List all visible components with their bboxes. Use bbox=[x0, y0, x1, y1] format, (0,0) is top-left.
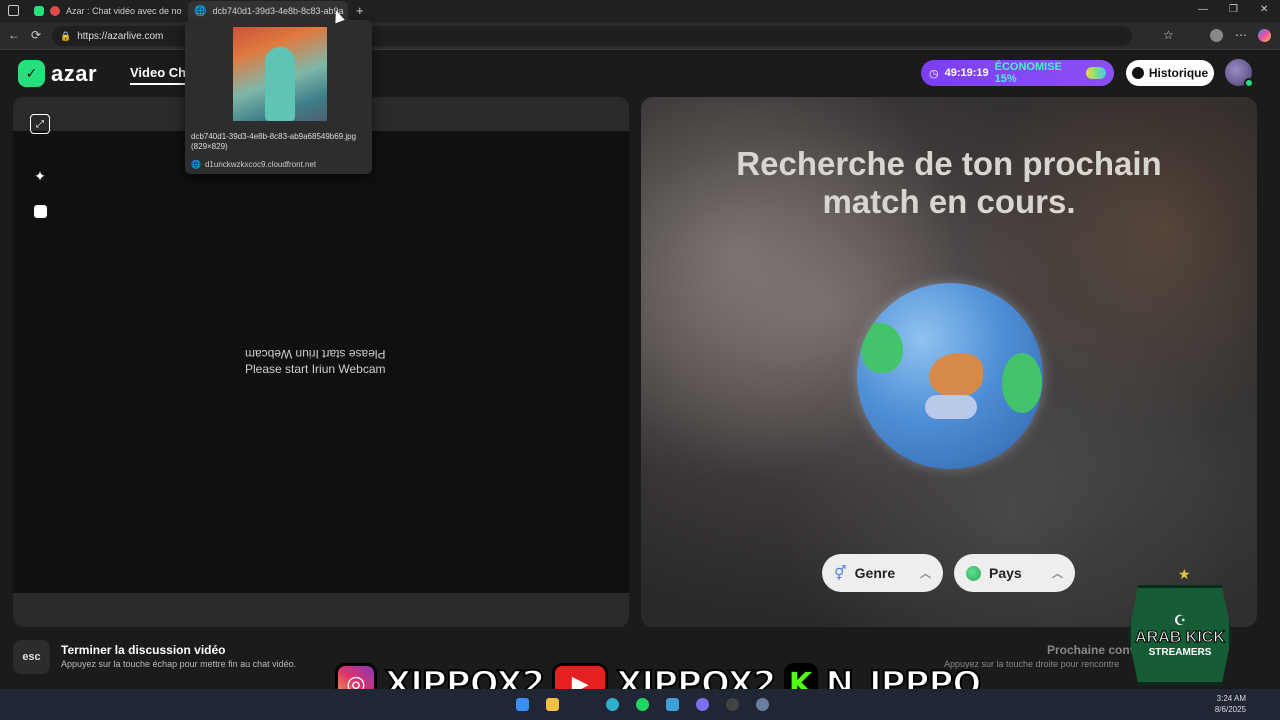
close-window-button[interactable]: ✕ bbox=[1260, 4, 1268, 15]
chevron-up-icon: ︿ bbox=[1052, 568, 1063, 580]
webcam-message-mirrored: Please start Iriun Webcam bbox=[245, 347, 386, 361]
minimize-button[interactable]: — bbox=[1198, 4, 1208, 15]
more-menu-icon[interactable]: ⋯ bbox=[1235, 28, 1247, 42]
globe-land bbox=[929, 353, 983, 397]
gender-icon: ⚥ bbox=[834, 564, 847, 581]
expand-icon[interactable]: ⤢ bbox=[30, 114, 50, 134]
globe-icon bbox=[857, 283, 1043, 469]
star-icon: ★ bbox=[1178, 566, 1191, 582]
history-button[interactable]: Historique bbox=[1126, 60, 1214, 86]
video-bottom-bar bbox=[13, 593, 629, 627]
globe-land bbox=[1002, 353, 1042, 413]
promo-timer: 49:19:19 bbox=[944, 67, 989, 79]
end-chat-hint: Appuyez sur la touche échap pour mettre … bbox=[61, 659, 297, 669]
browser-tab-strip: Azar : Chat vidéo avec de no ✕ 🌐 dcb740d… bbox=[0, 0, 1280, 22]
chevron-up-icon: ︿ bbox=[920, 568, 931, 580]
next-chat-title: Prochaine conv bbox=[1047, 643, 1137, 657]
promo-badge[interactable]: ◷ 49:19:19 ÉCONOMISE 15% bbox=[921, 60, 1114, 86]
azar-logo-icon: ✓ bbox=[18, 60, 45, 87]
globe-icon: 🌐 bbox=[191, 160, 201, 169]
globe-cloud bbox=[925, 395, 977, 419]
steam-icon[interactable] bbox=[756, 698, 769, 711]
gender-filter-button[interactable]: ⚥ Genre ︿ bbox=[822, 554, 943, 592]
taskbar: 3:24 AM 8/6/2025 bbox=[0, 689, 1280, 720]
tab-azar[interactable]: Azar : Chat vidéo avec de no ✕ bbox=[28, 1, 188, 21]
file-explorer-icon[interactable] bbox=[546, 698, 559, 711]
country-filter-button[interactable]: Pays ︿ bbox=[954, 554, 1075, 592]
globe-small-icon bbox=[966, 565, 981, 581]
badge-line1: ARAB KICK bbox=[1135, 629, 1226, 647]
self-video-panel: ⤢ ✦ Please start Iriun Webcam Please sta… bbox=[13, 97, 629, 627]
new-tab-button[interactable]: + bbox=[356, 3, 364, 18]
start-icon[interactable] bbox=[516, 698, 529, 711]
clock-icon bbox=[1131, 67, 1144, 79]
webcam-message: Please start Iriun Webcam bbox=[245, 362, 386, 376]
promo-text: ÉCONOMISE 15% bbox=[994, 61, 1062, 85]
copilot-icon[interactable] bbox=[1258, 29, 1271, 42]
search-title: Recherche de ton prochain match en cours… bbox=[641, 145, 1257, 221]
online-status-icon bbox=[1244, 78, 1254, 88]
clock-icon: ◷ bbox=[929, 67, 939, 80]
obs-icon[interactable] bbox=[726, 698, 739, 711]
azar-logo[interactable]: ✓ azar bbox=[18, 60, 97, 87]
tab-title: dcb740d1-39d3-4e8b-8c83-ab9a bbox=[212, 6, 344, 16]
streamer-badge: ☪ ARAB KICK STREAMERS bbox=[1128, 585, 1232, 685]
esc-key-button[interactable]: esc bbox=[13, 640, 50, 674]
back-icon[interactable]: ← bbox=[8, 28, 20, 42]
refresh-icon[interactable]: ⟳ bbox=[31, 28, 41, 42]
tab-image[interactable]: 🌐 dcb740d1-39d3-4e8b-8c83-ab9a ✕ bbox=[188, 1, 348, 21]
tab-title: Azar : Chat vidéo avec de no bbox=[66, 6, 182, 16]
gem-icon bbox=[1085, 67, 1106, 79]
logo-text: azar bbox=[51, 60, 98, 86]
spotify-icon[interactable] bbox=[636, 698, 649, 711]
maximize-button[interactable]: ❐ bbox=[1229, 4, 1238, 15]
face-filter-icon[interactable] bbox=[30, 201, 50, 221]
discord-icon[interactable] bbox=[696, 698, 709, 711]
globe-icon: 🌐 bbox=[194, 5, 207, 17]
preview-host: 🌐 d1unckwzkxcoc9.cloudfront.net bbox=[191, 160, 316, 169]
globe-land bbox=[861, 323, 903, 373]
badge-line2: STREAMERS bbox=[1148, 647, 1212, 658]
site-info-icon[interactable]: 🔒 bbox=[60, 31, 71, 42]
filter-label: Pays bbox=[989, 565, 1022, 581]
clock-date: 8/6/2025 bbox=[1214, 705, 1246, 714]
tab-hover-preview: dcb740d1-39d3-4e8b-8c83-ab9a68549b69.jpg… bbox=[185, 20, 372, 174]
edge-icon[interactable] bbox=[606, 698, 619, 711]
preview-filename: dcb740d1-39d3-4e8b-8c83-ab9a68549b69.jpg… bbox=[191, 132, 367, 152]
recording-icon bbox=[50, 6, 60, 16]
filter-label: Genre bbox=[854, 565, 896, 581]
preview-host-text: d1unckwzkxcoc9.cloudfront.net bbox=[204, 160, 317, 169]
end-chat-title: Terminer la discussion vidéo bbox=[61, 643, 226, 657]
app-icon[interactable] bbox=[666, 698, 679, 711]
profile-icon[interactable] bbox=[1210, 29, 1223, 42]
match-search-panel: Recherche de ton prochain match en cours… bbox=[641, 97, 1257, 627]
tab-actions-icon[interactable] bbox=[8, 5, 19, 16]
favorites-icon[interactable]: ☆ bbox=[1163, 28, 1174, 42]
sparkle-effects-icon[interactable]: ✦ bbox=[30, 166, 50, 186]
preview-dimensions: (829×829) bbox=[191, 142, 228, 151]
preview-figure bbox=[265, 47, 295, 121]
avatar[interactable] bbox=[1225, 59, 1254, 88]
history-label: Historique bbox=[1148, 66, 1209, 80]
azar-favicon-icon bbox=[34, 6, 44, 16]
preview-thumbnail bbox=[233, 27, 327, 121]
search-title-line1: Recherche de ton prochain bbox=[736, 145, 1162, 182]
clock-time: 3:24 AM bbox=[1216, 694, 1246, 703]
search-title-line2: match en cours. bbox=[822, 183, 1076, 220]
url-text: https://azarlive.com bbox=[77, 30, 164, 42]
crescent-icon: ☪ bbox=[1173, 612, 1187, 628]
system-clock[interactable]: 3:24 AM 8/6/2025 bbox=[1215, 693, 1246, 715]
nav-video-chat[interactable]: Video Ch bbox=[130, 65, 187, 85]
preview-filename-text: dcb740d1-39d3-4e8b-8c83-ab9a68549b69.jpg bbox=[191, 132, 357, 141]
